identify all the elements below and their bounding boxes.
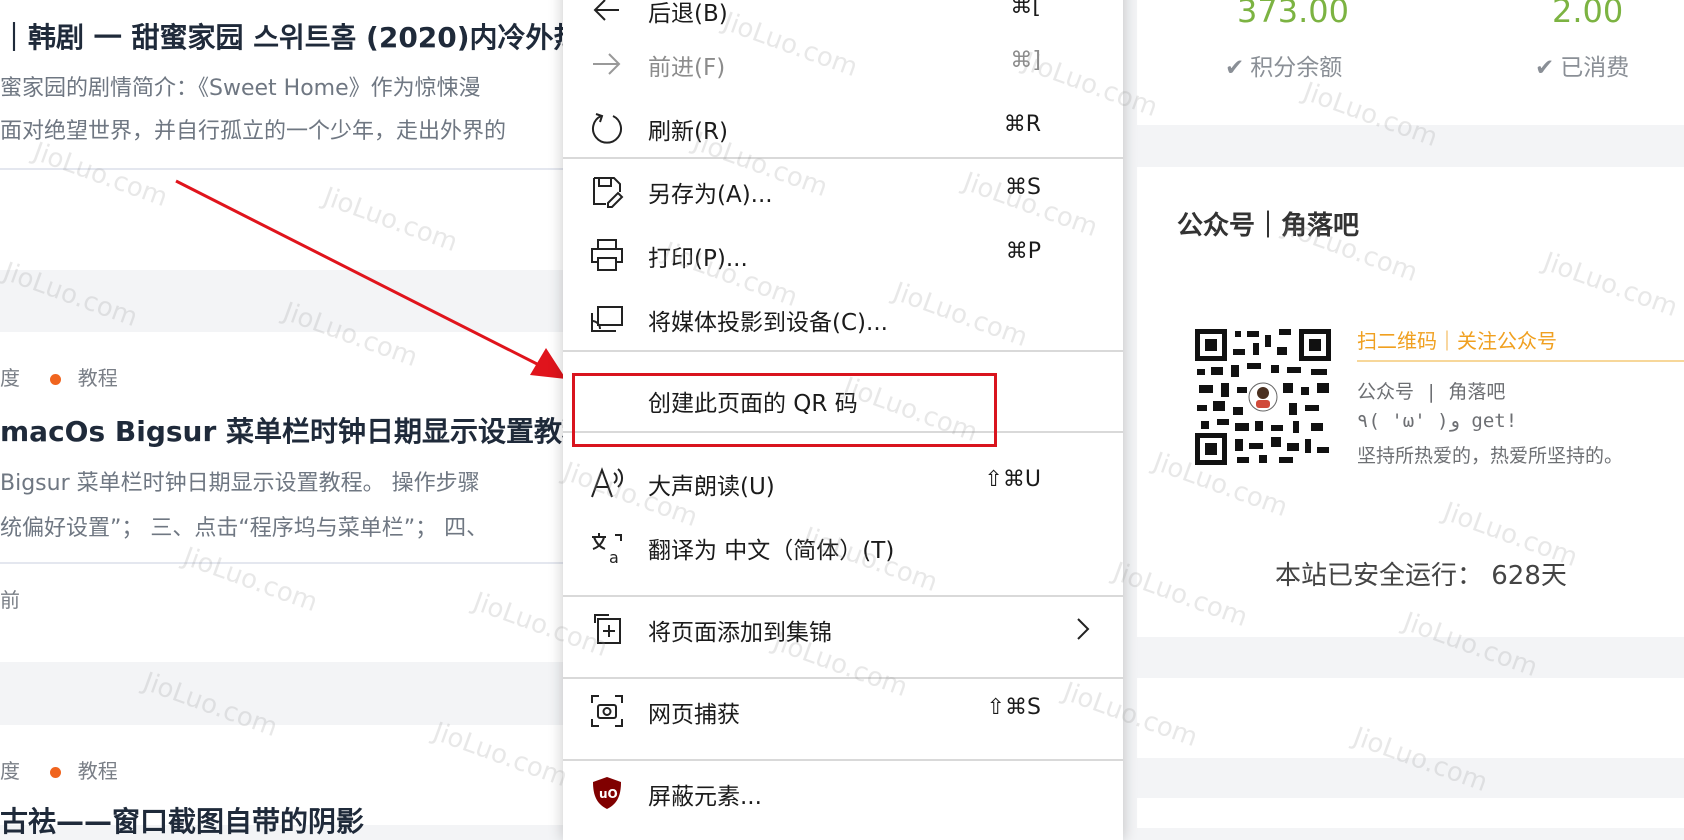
menu-item-label: 屏蔽元素... xyxy=(648,784,762,810)
menu-item-print[interactable]: 打印(P)... ⌘P xyxy=(563,225,1123,285)
menu-separator xyxy=(563,157,1123,159)
menu-item-label: 翻译为 中文（简体）(T) xyxy=(648,538,895,564)
article-meta: 度 教程 xyxy=(0,755,118,784)
forward-arrow-icon xyxy=(593,53,621,75)
menu-item-shortcut: ⌘S xyxy=(1005,175,1041,200)
qr-follow-link[interactable]: 扫二维码｜关注公众号 xyxy=(1357,325,1557,354)
points-value: 373.00 xyxy=(1237,0,1349,30)
save-as-icon xyxy=(593,177,624,208)
menu-separator xyxy=(563,759,1123,761)
menu-item-shortcut: ⇧⌘S xyxy=(986,695,1041,720)
menu-item-label: 网页捕获 xyxy=(648,702,740,728)
menu-item-label: 打印(P)... xyxy=(648,246,748,272)
qr-desc-line: 公众号 | 角落吧 xyxy=(1357,381,1506,403)
menu-item-label: 后退(B) xyxy=(648,1,728,27)
collections-icon xyxy=(594,614,621,644)
menu-item-label: 大声朗读(U) xyxy=(648,474,775,500)
menu-item-label: 前进(F) xyxy=(648,55,726,81)
qr-desc-line: 坚持所热爱的，热爱所坚持的。 xyxy=(1357,445,1624,467)
menu-separator xyxy=(563,350,1123,352)
cast-icon xyxy=(591,306,623,332)
qr-link-underline xyxy=(1357,360,1684,362)
refresh-icon xyxy=(592,113,622,144)
back-arrow-icon xyxy=(593,0,619,21)
menu-item-label: 另存为(A)... xyxy=(648,182,773,208)
menu-item-forward[interactable]: 前进(F) ⌘] xyxy=(563,34,1123,94)
translate-icon: a xyxy=(592,533,622,565)
article-card-3: 度 教程 古祛——窗口截图自带的阴影 xyxy=(0,725,570,838)
menu-item-block-element[interactable]: uO 屏蔽元素... xyxy=(563,763,1123,823)
spent-label: ✔ 已消费 xyxy=(1535,55,1630,81)
wechat-title: 公众号｜角落吧 xyxy=(1177,211,1360,241)
menu-separator xyxy=(563,595,1123,597)
article-excerpt: Bigsur 菜单栏时钟日期显示设置教程。 操作步骤 xyxy=(0,471,480,496)
read-aloud-icon xyxy=(591,467,624,498)
article-time: 前 xyxy=(0,588,20,612)
check-icon: ✔ xyxy=(1535,55,1555,81)
article-excerpt: 统偏好设置”； 三、点击“程序坞与菜单栏”； 四、 xyxy=(0,516,489,541)
svg-text:uO: uO xyxy=(599,787,618,801)
points-card: 373.00 ✔ 积分余额 2.00 ✔ 已消费 xyxy=(1137,0,1684,125)
annotation-arrow-icon xyxy=(175,179,566,379)
web-capture-icon xyxy=(591,695,623,727)
menu-item-shortcut: ⌘R xyxy=(1003,112,1041,137)
sidebar-card xyxy=(1137,678,1684,758)
menu-item-save-as[interactable]: 另存为(A)... ⌘S xyxy=(563,161,1123,221)
points-label: ✔ 积分余额 xyxy=(1225,55,1343,81)
article-title[interactable]: 古祛——窗口截图自带的阴影 xyxy=(0,800,364,840)
menu-item-label: 刷新(R) xyxy=(648,119,728,145)
svg-text:a: a xyxy=(609,548,619,565)
check-icon: ✔ xyxy=(1225,55,1245,81)
article-category[interactable]: 教程 xyxy=(78,759,118,783)
menu-item-read-aloud[interactable]: 大声朗读(U) ⇧⌘U xyxy=(563,453,1123,513)
qr-code-image xyxy=(1193,327,1333,467)
menu-item-translate[interactable]: a 翻译为 中文（简体）(T) xyxy=(563,517,1123,577)
menu-item-web-capture[interactable]: 网页捕获 ⇧⌘S xyxy=(563,681,1123,741)
chevron-right-icon xyxy=(1077,618,1090,640)
menu-item-shortcut: ⌘P xyxy=(1005,239,1041,264)
article-meta-prefix: 度 xyxy=(0,759,20,783)
qr-desc-line: ٩( 'ω' )و get! xyxy=(1357,410,1518,432)
qr-highlight-box xyxy=(572,373,997,447)
wechat-card: 公众号｜角落吧 扫二维码｜关注公众号 公众号 | 角落吧 ٩('ω')و g… xyxy=(1137,167,1684,637)
menu-item-add-to-collections[interactable]: 将页面添加到集锦 xyxy=(563,599,1123,659)
menu-item-refresh[interactable]: 刷新(R) ⌘R xyxy=(563,98,1123,158)
menu-item-label: 将页面添加到集锦 xyxy=(648,620,832,646)
menu-item-cast-media[interactable]: 将媒体投影到设备(C)... xyxy=(563,289,1123,349)
spent-value: 2.00 xyxy=(1552,0,1624,30)
ublock-icon: uO xyxy=(593,777,621,809)
menu-item-shortcut: ⌘[ xyxy=(1010,0,1041,19)
site-uptime: 本站已安全运行： 628天 xyxy=(1275,561,1567,591)
sidebar-card xyxy=(1137,798,1684,828)
divider xyxy=(0,562,570,564)
category-dot-icon xyxy=(50,767,62,778)
menu-item-shortcut: ⇧⌘U xyxy=(984,467,1041,492)
print-icon xyxy=(591,239,623,271)
menu-item-shortcut: ⌘] xyxy=(1010,48,1041,73)
menu-item-label: 将媒体投影到设备(C)... xyxy=(648,310,888,336)
menu-separator xyxy=(563,677,1123,679)
